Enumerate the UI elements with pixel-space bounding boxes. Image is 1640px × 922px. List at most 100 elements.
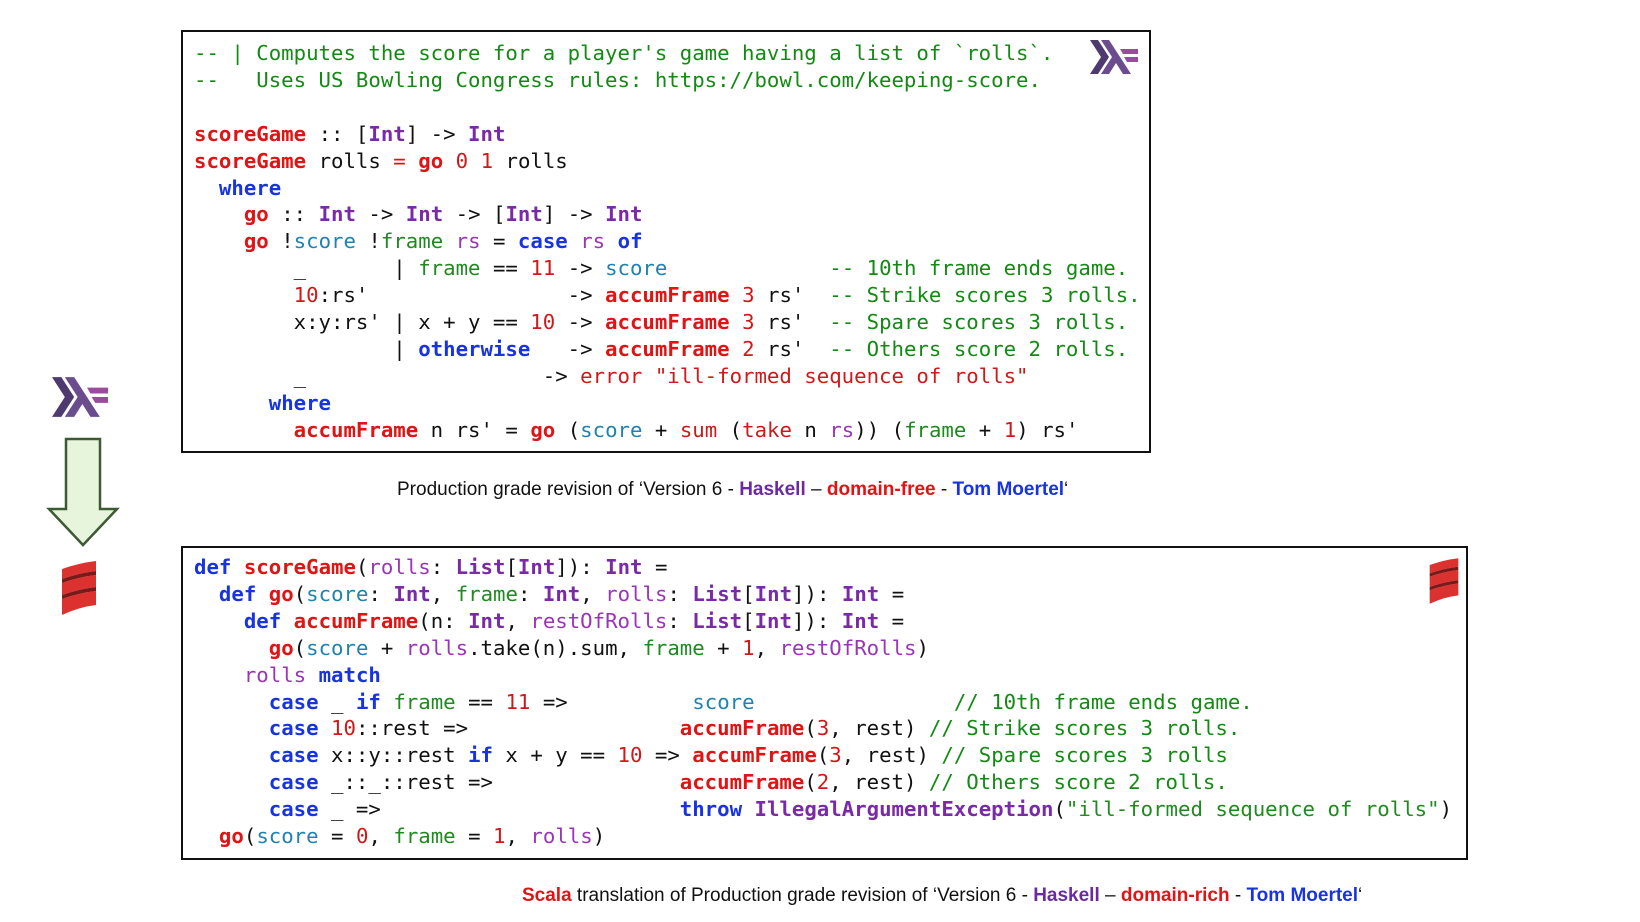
code-token: -> [555, 256, 606, 281]
scala-code: def scoreGame(rolls: List[Int]): Int = d… [194, 554, 1452, 850]
code-token: x::y::rest [318, 743, 469, 768]
code-token: = [879, 581, 905, 606]
code-token: frame [393, 689, 456, 714]
code-token: 10 [530, 310, 556, 335]
code-token: 3 [742, 310, 755, 335]
code-line: 10:rs' -> accumFrame 3 rs' -- Strike sco… [194, 283, 1141, 307]
code-token: rolls [243, 662, 307, 687]
code-token: score [605, 256, 668, 281]
code-token: = [879, 608, 905, 633]
code-token: ( [293, 635, 307, 660]
code-token: case [268, 797, 319, 822]
code-token: x + y == [492, 743, 618, 768]
code-token: throw [679, 797, 743, 822]
code-token: match [318, 662, 381, 687]
code-token: )) ( [854, 417, 905, 442]
code-token: , rest) [841, 743, 942, 768]
code-token: accumFrame [692, 743, 817, 768]
code-token: 2 [816, 770, 830, 795]
code-token: 2 [742, 336, 755, 361]
code-line: x:y:rs' | x + y == 10 -> accumFrame 3 rs… [194, 310, 1129, 335]
code-token: + [966, 417, 1004, 442]
code-token: => [642, 743, 693, 768]
code-token: scoreGame [194, 121, 307, 146]
code-token: error "ill-formed sequence of rolls" [580, 363, 1029, 388]
code-token: 10 [293, 283, 319, 308]
code-token: go [218, 824, 244, 849]
code-token: Int [393, 581, 431, 606]
code-token: (n: [418, 608, 469, 633]
code-token: : [368, 581, 394, 606]
code-line: _ -> error "ill-formed sequence of rolls… [194, 364, 1029, 388]
code-token: ) [916, 635, 929, 660]
code-token: rolls [605, 581, 668, 606]
code-token: accumFrame [605, 310, 730, 335]
code-token: 0 [455, 148, 469, 173]
code-token: -- Others score 2 rolls. [829, 336, 1129, 361]
code-token: if [355, 689, 381, 714]
code-token: rolls [306, 148, 394, 173]
code-token: -> [ [443, 202, 506, 227]
code-token: ] -> [405, 121, 469, 146]
code-token: 1 [493, 824, 506, 849]
caption-segment: - [1229, 885, 1247, 906]
code-line: go(score + rolls.take(n).sum, frame + 1,… [194, 636, 929, 660]
code-token: accumFrame [293, 608, 419, 633]
code-token: Int [754, 581, 793, 606]
code-token: go [268, 581, 294, 606]
code-token: Int [841, 608, 880, 633]
code-token: ( [555, 417, 581, 442]
code-line: rolls match [194, 663, 381, 687]
code-line: case 10::rest => accumFrame(3, rest) // … [194, 716, 1241, 741]
code-line: def scoreGame(rolls: List[Int]): Int = [194, 555, 667, 579]
code-token: go [418, 148, 444, 173]
code-token: -- Uses US Bowling Congress rules: https… [194, 67, 1041, 92]
code-token: : [667, 608, 693, 633]
caption-segment: domain-free [826, 479, 936, 500]
code-token: List [692, 581, 743, 606]
code-line: case x::y::rest if x + y == 10 => accumF… [194, 743, 1228, 767]
code-token: of [617, 229, 643, 254]
code-token: Int [405, 202, 444, 227]
code-line: -- Uses US Bowling Congress rules: https… [194, 68, 1041, 92]
scala-logo-icon [62, 561, 96, 615]
code-token: + [642, 417, 680, 442]
code-token: go [268, 635, 294, 660]
code-token: ( [804, 770, 817, 795]
code-token: // Strike scores 3 rolls. [928, 716, 1241, 741]
code-token: otherwise [418, 336, 531, 361]
code-token: // 10th frame ends game. [953, 689, 1253, 714]
code-line: _ | frame == 11 -> score -- 10th frame e… [194, 256, 1129, 281]
code-token: => [530, 689, 693, 714]
code-token: where [218, 175, 282, 200]
code-token: List [692, 608, 743, 633]
code-token: "ill-formed sequence of rolls" [1065, 797, 1440, 822]
code-token: score [256, 824, 319, 849]
code-token: , [754, 635, 780, 660]
code-token: x:y:rs' | x + y == [194, 310, 531, 335]
code-token: _ [318, 689, 356, 714]
code-token: 11 [530, 256, 556, 281]
code-token: n rs' = [418, 417, 531, 442]
caption-segment: ‘ [1358, 885, 1363, 906]
code-token: 0 [355, 824, 369, 849]
code-token: :: [268, 202, 319, 227]
code-token: 11 [505, 689, 531, 714]
code-token: n [791, 417, 830, 442]
caption-segment: domain-rich [1120, 885, 1230, 906]
